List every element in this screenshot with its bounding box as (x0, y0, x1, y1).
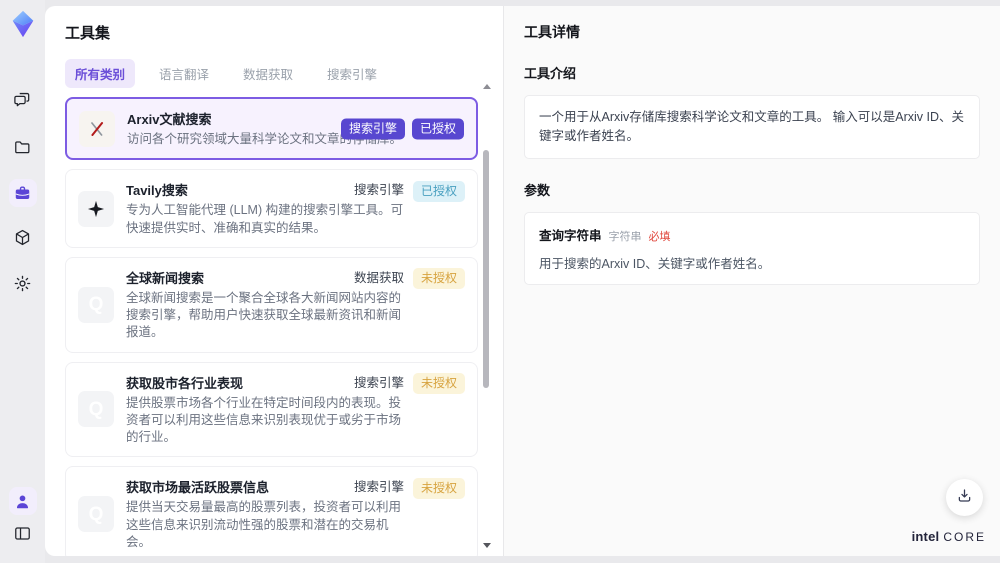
intro-card: 一个用于从Arxiv存储库搜索科学论文和文章的工具。 输入可以是Arxiv ID… (524, 95, 980, 159)
intro-text: 一个用于从Arxiv存储库搜索科学论文和文章的工具。 输入可以是Arxiv ID… (539, 110, 965, 143)
cube-icon (13, 228, 32, 247)
folder-icon (13, 138, 32, 157)
arxiv-icon (79, 110, 115, 147)
category-badge: 搜索引擎 (353, 183, 404, 198)
parameter-card: 查询字符串 字符串 必填 用于搜索的Arxiv ID、关键字或作者姓名。 (524, 211, 980, 285)
tool-card[interactable]: Arxiv文献搜索 访问各个研究领域大量科学论文和文章的存储库。 搜索引擎 已授权 (65, 97, 478, 161)
tool-detail-pane: 工具详情 工具介绍 一个用于从Arxiv存储库搜索科学论文和文章的工具。 输入可… (503, 6, 1000, 556)
sidebar-item-toolbox[interactable] (8, 179, 37, 207)
toolbox-icon (13, 184, 32, 203)
tab-1[interactable]: 语言翻译 (149, 59, 219, 88)
news-q-icon: Q (78, 391, 114, 428)
layout-panel-icon (13, 524, 32, 543)
scrollbar-track[interactable] (481, 82, 491, 550)
tool-description: 全球新闻搜索是一个聚合全球各大新闻网站内容的搜索引擎，帮助用户快速获取全球最新资… (126, 290, 402, 340)
sidebar-item-settings[interactable] (9, 269, 37, 297)
tool-card[interactable]: Q 获取市场最活跃股票信息 提供当天交易量最高的股票列表，投资者可以利用这些信息来识… (65, 466, 478, 556)
auth-status-badge: 未授权 (412, 372, 465, 394)
intel-wordmark: intel (911, 529, 940, 544)
app-window: 工具集 所有类别 语言翻译 数据获取 搜索引擎 Arxiv文献搜索 访问各个研究领域大量… (0, 0, 1000, 563)
tab-3[interactable]: 搜索引擎 (317, 59, 387, 88)
param-type: 字符串 (608, 230, 642, 243)
scrollbar-thumb[interactable] (483, 150, 489, 388)
category-badge: 搜索引擎 (353, 480, 404, 495)
page-title: 工具集 (65, 25, 111, 42)
news-q-icon: Q (78, 286, 114, 323)
category-badge: 数据获取 (353, 270, 404, 285)
tavily-icon (78, 190, 114, 227)
auth-status-badge: 未授权 (412, 268, 465, 290)
left-rail (0, 0, 45, 563)
detail-title: 工具详情 (524, 24, 580, 40)
tool-description: 提供股票市场各个行业在特定时间段内的表现。投资者可以利用这些信息来识别表现优于或… (126, 395, 402, 445)
settings-icon (13, 274, 32, 293)
tool-list: Arxiv文献搜索 访问各个研究领域大量科学论文和文章的存储库。 搜索引擎 已授权 Ta… (65, 97, 478, 556)
category-badge: 搜索引擎 (340, 118, 405, 140)
auth-status-badge: 未授权 (412, 477, 465, 499)
chat-icon (13, 90, 32, 109)
core-wordmark: CORE (943, 530, 986, 544)
scroll-down-icon[interactable] (483, 543, 491, 548)
tool-card[interactable]: Q 全球新闻搜索 全球新闻搜索是一个聚合全球各大新闻网站内容的搜索引擎，帮助用户快速… (65, 256, 478, 353)
scroll-up-icon[interactable] (483, 84, 491, 89)
tool-list-pane: 工具集 所有类别 语言翻译 数据获取 搜索引擎 Arxiv文献搜索 访问各个研究领域大量… (45, 6, 503, 556)
tab-all-categories[interactable]: 所有类别 (65, 59, 136, 88)
user-icon (13, 492, 32, 511)
tool-description: 提供当天交易量最高的股票列表，投资者可以利用这些信息来识别流动性强的股票和潜在的… (126, 500, 402, 549)
download-button[interactable] (946, 479, 983, 516)
param-required-flag: 必填 (648, 230, 671, 243)
param-name: 查询字符串 (539, 228, 602, 243)
auth-status-badge: 已授权 (411, 118, 464, 140)
tool-description: 专为人工智能代理 (LLM) 构建的搜索引擎工具。可快速提供实时、准确和真实的结… (126, 203, 404, 235)
sidebar-item-layout-panel[interactable] (9, 519, 37, 547)
download-icon (955, 486, 974, 510)
sidebar-item-folder[interactable] (9, 133, 37, 161)
params-heading: 参数 (524, 182, 551, 198)
content-area: 工具集 所有类别 语言翻译 数据获取 搜索引擎 Arxiv文献搜索 访问各个研究领域大量… (45, 6, 1000, 556)
sidebar-item-chat[interactable] (9, 85, 37, 113)
news-q-icon: Q (78, 496, 114, 533)
intro-heading: 工具介绍 (524, 66, 577, 81)
param-description: 用于搜索的Arxiv ID、关键字或作者姓名。 (539, 256, 771, 271)
sidebar-item-cube[interactable] (9, 223, 37, 251)
tool-card[interactable]: Q 获取股市各行业表现 提供股票市场各个行业在特定时间段内的表现。投资者可以利用这些… (65, 361, 478, 458)
sidebar-item-user[interactable] (8, 487, 37, 515)
category-badge: 搜索引擎 (353, 375, 404, 390)
app-logo-icon (8, 9, 38, 39)
category-tabs: 所有类别 语言翻译 数据获取 搜索引擎 (65, 59, 503, 88)
tool-card[interactable]: Tavily搜索 专为人工智能代理 (LLM) 构建的搜索引擎工具。可快速提供实时… (65, 169, 478, 248)
intel-core-logo: intel CORE (912, 529, 986, 544)
tab-2[interactable]: 数据获取 (233, 59, 303, 88)
auth-status-badge: 已授权 (412, 180, 465, 202)
